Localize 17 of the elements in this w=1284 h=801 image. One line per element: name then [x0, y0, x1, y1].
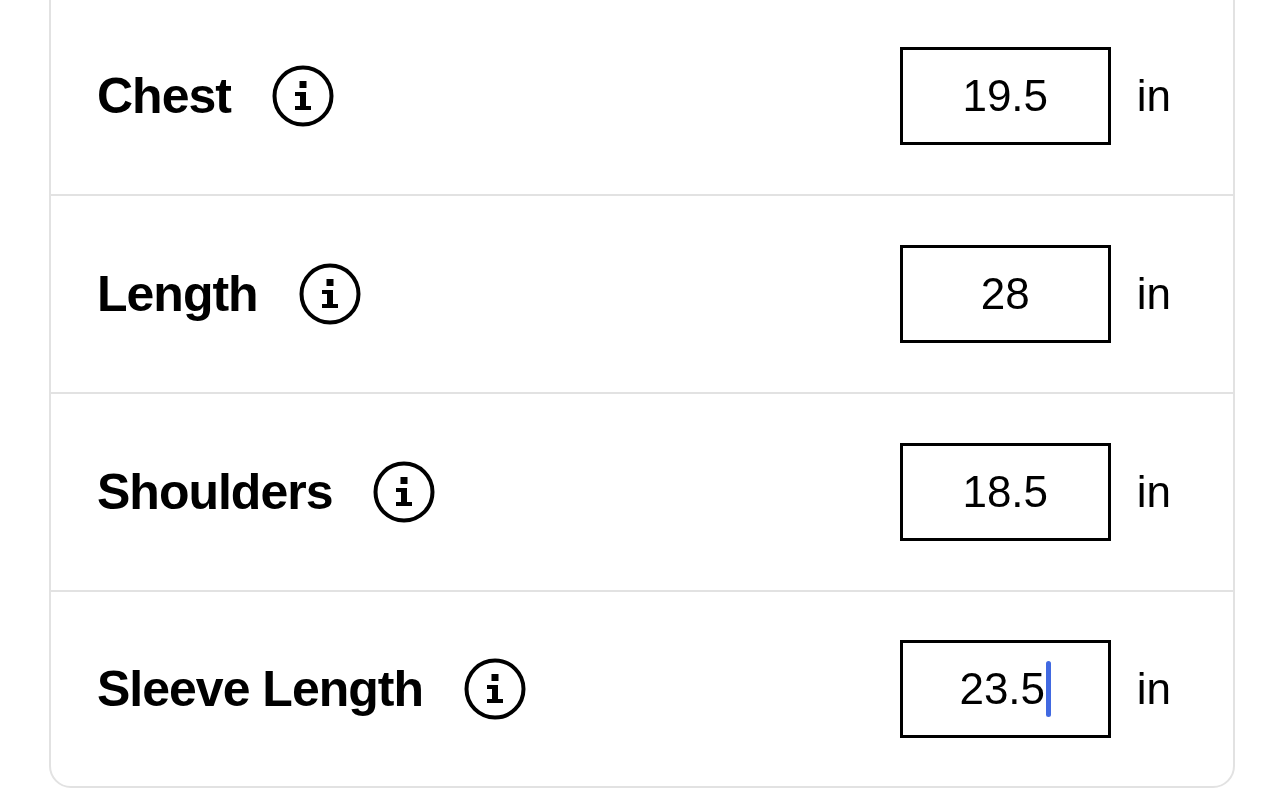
unit-label: in: [1136, 667, 1171, 711]
measurement-label: Chest: [97, 71, 231, 121]
text-cursor-icon: [1046, 661, 1052, 717]
info-icon[interactable]: [298, 263, 361, 325]
measurement-label: Length: [97, 269, 258, 319]
input-field[interactable]: 28: [899, 245, 1111, 343]
unit-label: in: [1136, 470, 1171, 514]
measurement-label: Shoulders: [97, 467, 333, 517]
measurement-label: Sleeve Length: [97, 664, 423, 714]
info-icon[interactable]: [271, 65, 334, 127]
unit-label: in: [1136, 74, 1171, 118]
unit-label: in: [1136, 272, 1171, 316]
input-field[interactable]: 18.5: [899, 443, 1111, 541]
info-icon[interactable]: [373, 461, 436, 523]
input-field[interactable]: 19.5: [899, 47, 1111, 145]
info-icon[interactable]: [464, 658, 526, 720]
input-field[interactable]: 23.5: [899, 640, 1111, 738]
